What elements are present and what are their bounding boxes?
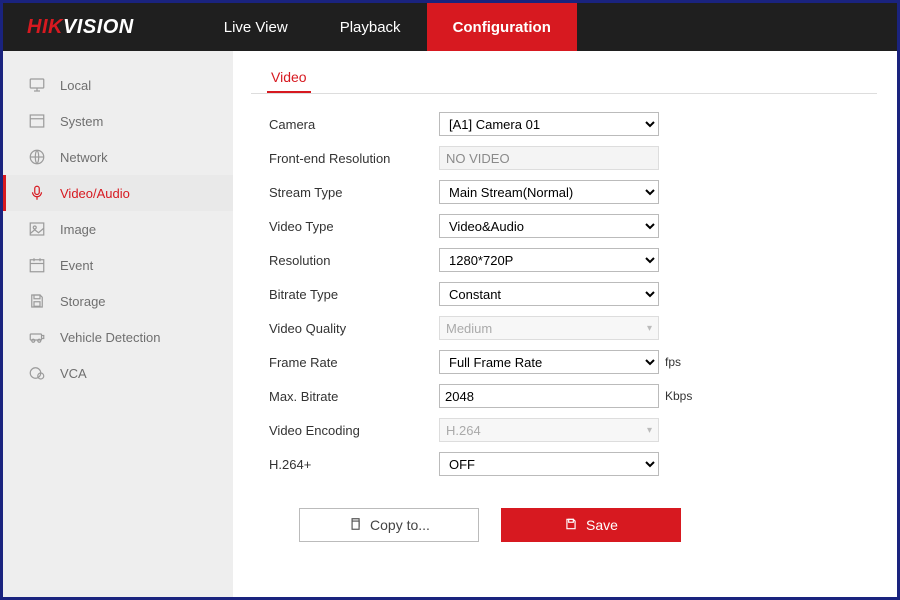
label-frame-rate: Frame Rate xyxy=(269,355,439,370)
row-video-encoding: Video Encoding H.264▾ xyxy=(269,414,877,446)
sidebar-item-label: Event xyxy=(60,258,93,273)
label-video-encoding: Video Encoding xyxy=(269,423,439,438)
sidebar-item-label: Local xyxy=(60,78,91,93)
video-quality-select-disabled: Medium▾ xyxy=(439,316,659,340)
chevron-down-icon: ▾ xyxy=(647,323,652,334)
video-form: Camera [A1] Camera 01 Front-end Resoluti… xyxy=(251,108,877,542)
tab-video[interactable]: Video xyxy=(267,63,311,93)
sidebar-item-local[interactable]: Local xyxy=(3,67,233,103)
label-h264plus: H.264+ xyxy=(269,457,439,472)
camera-select[interactable]: [A1] Camera 01 xyxy=(439,112,659,136)
frame-rate-select[interactable]: Full Frame Rate xyxy=(439,350,659,374)
save-label: Save xyxy=(586,517,618,533)
row-max-bitrate: Max. Bitrate Kbps xyxy=(269,380,877,412)
frontend-res-value: NO VIDEO xyxy=(439,146,659,170)
label-video-type: Video Type xyxy=(269,219,439,234)
label-resolution: Resolution xyxy=(269,253,439,268)
max-bitrate-input[interactable] xyxy=(439,384,659,408)
sidebar-item-vca[interactable]: VCA xyxy=(3,355,233,391)
save-icon xyxy=(564,517,578,534)
sidebar-item-system[interactable]: System xyxy=(3,103,233,139)
monitor-icon xyxy=(28,76,46,94)
unit-fps: fps xyxy=(665,355,681,369)
label-bitrate-type: Bitrate Type xyxy=(269,287,439,302)
bitrate-type-select[interactable]: Constant xyxy=(439,282,659,306)
label-frontend-res: Front-end Resolution xyxy=(269,151,439,166)
calendar-icon xyxy=(28,256,46,274)
globe-icon xyxy=(28,148,46,166)
main-panel: Video Camera [A1] Camera 01 Front-end Re… xyxy=(233,51,897,597)
row-frame-rate: Frame Rate Full Frame Rate fps xyxy=(269,346,877,378)
row-video-type: Video Type Video&Audio xyxy=(269,210,877,242)
video-type-select[interactable]: Video&Audio xyxy=(439,214,659,238)
stream-type-select[interactable]: Main Stream(Normal) xyxy=(439,180,659,204)
button-row: Copy to... Save xyxy=(299,508,877,542)
sidebar-item-vehicle[interactable]: Vehicle Detection xyxy=(3,319,233,355)
sidebar-item-storage[interactable]: Storage xyxy=(3,283,233,319)
row-stream-type: Stream Type Main Stream(Normal) xyxy=(269,176,877,208)
app-frame: HIKVISION Live View Playback Configurati… xyxy=(0,0,900,600)
vehicle-icon xyxy=(28,328,46,346)
label-video-quality: Video Quality xyxy=(269,321,439,336)
sidebar-item-image[interactable]: Image xyxy=(3,211,233,247)
row-video-quality: Video Quality Medium▾ xyxy=(269,312,877,344)
sidebar-item-label: Video/Audio xyxy=(60,186,130,201)
brand-logo: HIKVISION xyxy=(3,16,158,39)
topnav: Live View Playback Configuration xyxy=(198,3,577,51)
resolution-select[interactable]: 1280*720P xyxy=(439,248,659,272)
copy-icon xyxy=(348,517,362,534)
sidebar-item-video-audio[interactable]: Video/Audio xyxy=(3,175,233,211)
sidebar-item-label: Storage xyxy=(60,294,106,309)
row-frontend-res: Front-end Resolution NO VIDEO xyxy=(269,142,877,174)
row-camera: Camera [A1] Camera 01 xyxy=(269,108,877,140)
mic-icon xyxy=(28,184,46,202)
unit-kbps: Kbps xyxy=(665,389,692,403)
save-icon xyxy=(28,292,46,310)
row-bitrate-type: Bitrate Type Constant xyxy=(269,278,877,310)
vca-icon xyxy=(28,364,46,382)
logo-hik: HIK xyxy=(27,16,63,39)
nav-playback[interactable]: Playback xyxy=(314,3,427,51)
sidebar-item-label: System xyxy=(60,114,103,129)
nav-configuration[interactable]: Configuration xyxy=(427,3,577,51)
logo-vision: VISION xyxy=(63,16,134,39)
video-encoding-select-disabled: H.264▾ xyxy=(439,418,659,442)
h264plus-select[interactable]: OFF xyxy=(439,452,659,476)
window-icon xyxy=(28,112,46,130)
sidebar-item-label: VCA xyxy=(60,366,87,381)
sidebar: Local System Network Video/Audio Image E… xyxy=(3,51,233,597)
copy-to-label: Copy to... xyxy=(370,517,430,533)
sidebar-item-event[interactable]: Event xyxy=(3,247,233,283)
tab-row: Video xyxy=(251,63,877,94)
label-max-bitrate: Max. Bitrate xyxy=(269,389,439,404)
sidebar-item-label: Image xyxy=(60,222,96,237)
label-stream-type: Stream Type xyxy=(269,185,439,200)
layout: Local System Network Video/Audio Image E… xyxy=(3,51,897,597)
chevron-down-icon: ▾ xyxy=(647,425,652,436)
sidebar-item-label: Vehicle Detection xyxy=(60,330,160,345)
image-icon xyxy=(28,220,46,238)
copy-to-button[interactable]: Copy to... xyxy=(299,508,479,542)
save-button[interactable]: Save xyxy=(501,508,681,542)
sidebar-item-label: Network xyxy=(60,150,108,165)
nav-live-view[interactable]: Live View xyxy=(198,3,314,51)
label-camera: Camera xyxy=(269,117,439,132)
sidebar-item-network[interactable]: Network xyxy=(3,139,233,175)
row-resolution: Resolution 1280*720P xyxy=(269,244,877,276)
row-h264plus: H.264+ OFF xyxy=(269,448,877,480)
topbar: HIKVISION Live View Playback Configurati… xyxy=(3,3,897,51)
